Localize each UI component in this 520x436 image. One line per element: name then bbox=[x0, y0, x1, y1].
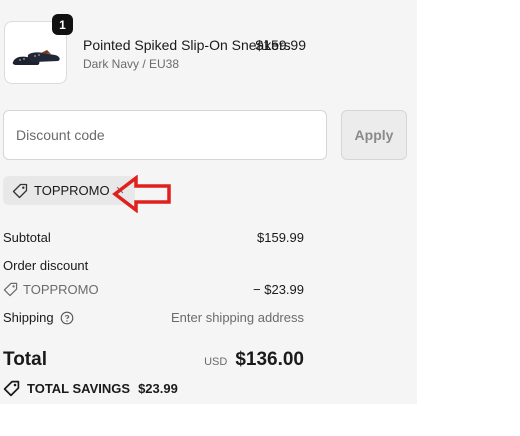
discount-code-label: TOPPROMO bbox=[23, 282, 99, 297]
discount-code-row: TOPPROMO − $23.99 bbox=[3, 282, 304, 297]
shipping-value: Enter shipping address bbox=[171, 310, 304, 325]
total-savings-label: TOTAL SAVINGS bbox=[27, 381, 131, 396]
tag-icon bbox=[3, 380, 20, 397]
total-label: Total bbox=[3, 349, 47, 370]
tag-icon bbox=[12, 183, 28, 198]
apply-button[interactable]: Apply bbox=[341, 110, 407, 160]
shipping-row: Shipping Enter shipping address bbox=[3, 310, 304, 325]
shipping-label: Shipping bbox=[3, 310, 54, 325]
order-discount-label: Order discount bbox=[3, 258, 89, 273]
subtotal-value: $159.99 bbox=[257, 230, 304, 245]
subtotal-row: Subtotal $159.99 bbox=[3, 230, 304, 245]
product-price: $159.99 bbox=[255, 37, 306, 53]
help-circle-icon[interactable] bbox=[60, 311, 74, 325]
quantity-badge: 1 bbox=[52, 14, 73, 35]
currency-code: USD bbox=[204, 356, 228, 368]
subtotal-label: Subtotal bbox=[3, 230, 51, 245]
total-value-group: USD $136.00 bbox=[204, 349, 304, 371]
total-savings: TOTAL SAVINGS $23.99 bbox=[3, 380, 178, 397]
tag-icon bbox=[3, 282, 18, 297]
total-savings-value: $23.99 bbox=[138, 381, 178, 396]
product-variant: Dark Navy / EU38 bbox=[83, 57, 180, 71]
total-amount: $136.00 bbox=[235, 349, 304, 370]
discount-value: − $23.99 bbox=[253, 282, 304, 297]
order-discount-row: Order discount bbox=[3, 258, 304, 273]
order-summary-panel: 1 Pointed Spiked Slip-On Sneakers Dark N… bbox=[0, 0, 417, 404]
discount-code-input[interactable] bbox=[3, 110, 327, 160]
red-arrow-annotation bbox=[112, 175, 171, 213]
applied-discount-code: TOPPROMO bbox=[34, 183, 110, 198]
